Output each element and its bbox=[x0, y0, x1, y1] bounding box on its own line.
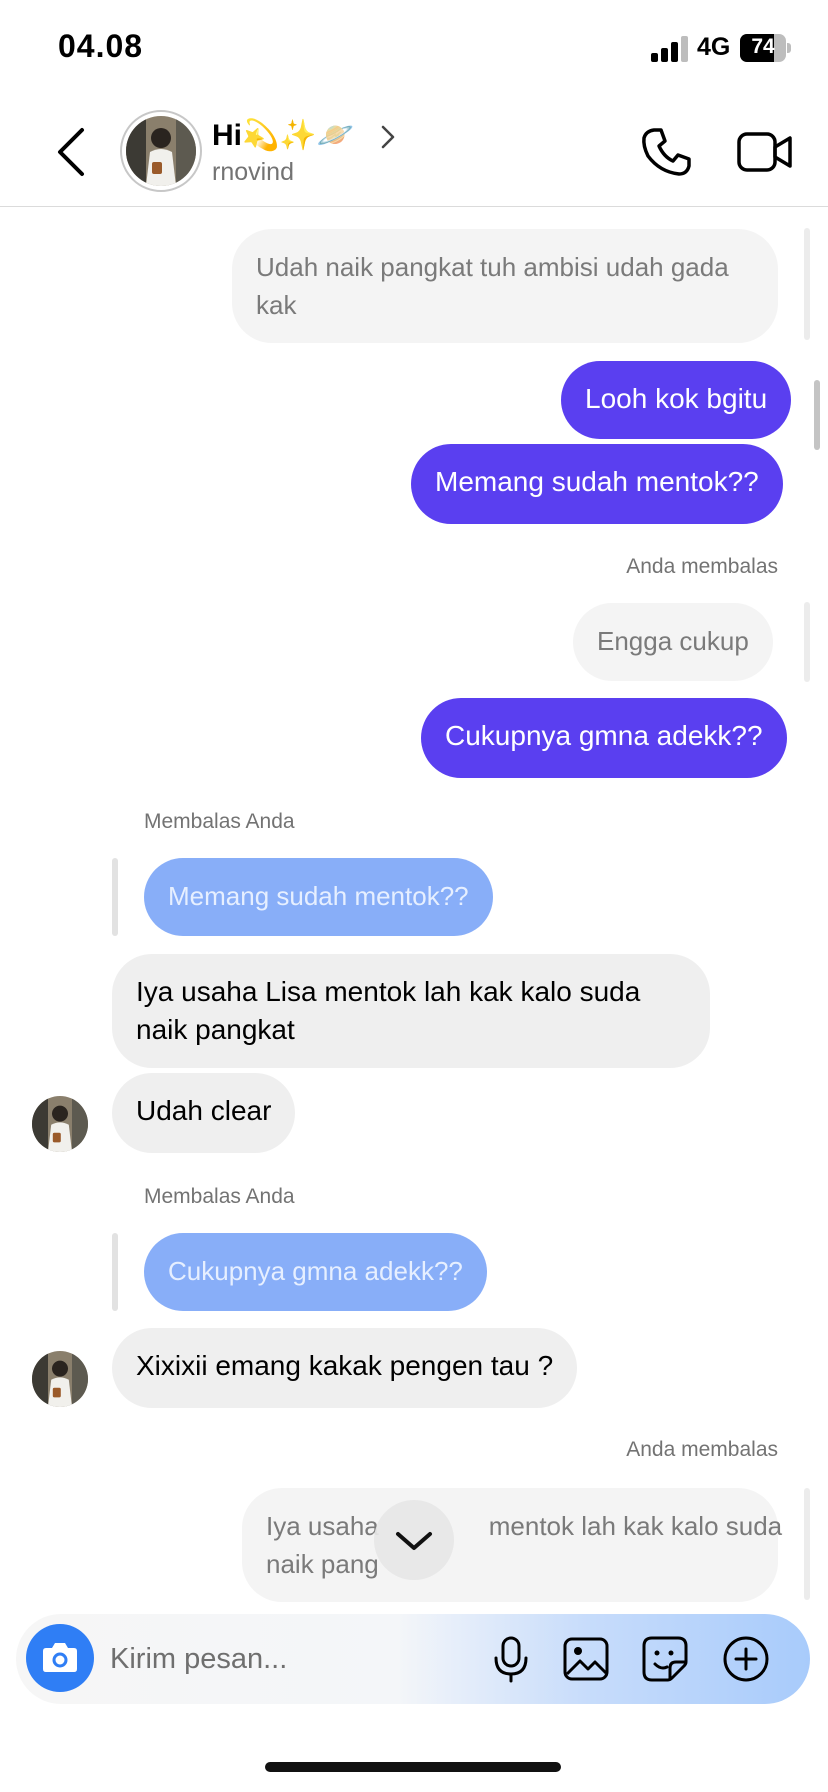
message-line: Iya usaha mentok lah kak kalo suda bbox=[266, 1507, 782, 1545]
reply-indicator-line bbox=[112, 858, 118, 936]
reply-label: Membalas Anda bbox=[144, 810, 295, 833]
message-bubble-sent[interactable]: Looh kok bgitu bbox=[561, 361, 792, 439]
battery-icon: 74 bbox=[740, 34, 792, 62]
message-text: Udah clear bbox=[136, 1095, 272, 1126]
video-camera-icon[interactable] bbox=[737, 130, 793, 174]
reply-label: Anda membalas bbox=[626, 1438, 778, 1461]
quoted-message-bubble[interactable]: Memang sudah mentok?? bbox=[144, 858, 493, 936]
message-line: naik pang bbox=[266, 1549, 379, 1579]
status-time: 04.08 bbox=[58, 28, 144, 64]
sticker-icon[interactable] bbox=[640, 1634, 690, 1684]
message-fragment: mentok lah kak kalo suda bbox=[488, 1511, 783, 1541]
back-chevron-icon[interactable] bbox=[52, 126, 92, 178]
sender-avatar[interactable] bbox=[32, 1096, 88, 1152]
cellular-signal-icon bbox=[651, 36, 688, 62]
plus-circle-icon[interactable] bbox=[721, 1634, 771, 1684]
message-bubble-sent-faded[interactable]: Engga cukup bbox=[573, 603, 773, 681]
phone-icon[interactable] bbox=[640, 126, 692, 178]
message-text: Engga cukup bbox=[597, 626, 749, 656]
avatar[interactable] bbox=[126, 116, 196, 186]
microphone-icon[interactable] bbox=[486, 1634, 536, 1684]
message-text: Looh kok bgitu bbox=[585, 383, 768, 414]
chevron-right-icon[interactable] bbox=[380, 124, 396, 150]
contact-username[interactable]: rnovind bbox=[212, 158, 294, 187]
message-bubble-received[interactable]: Iya usaha Lisa mentok lah kak kalo suda … bbox=[112, 954, 710, 1068]
message-bubble-sent-faded[interactable]: Iya usaha mentok lah kak kalo suda naik p… bbox=[242, 1488, 782, 1602]
scroll-track bbox=[804, 602, 810, 682]
message-bubble-received[interactable]: Xixixii emang kakak pengen tau ? bbox=[112, 1328, 578, 1408]
message-text: Cukupnya gmna adekk?? bbox=[445, 720, 763, 751]
scroll-track bbox=[804, 228, 810, 340]
image-icon[interactable] bbox=[561, 1634, 611, 1684]
reply-indicator-line bbox=[112, 1233, 118, 1311]
camera-button[interactable] bbox=[26, 1624, 94, 1692]
message-line: Iya usaha Lisa mentok lah kak kalo suda bbox=[136, 976, 641, 1007]
message-bubble-sent[interactable]: Memang sudah mentok?? bbox=[411, 444, 783, 524]
quoted-message-bubble[interactable]: Cukupnya gmna adekk?? bbox=[144, 1233, 487, 1311]
reply-label: Anda membalas bbox=[626, 555, 778, 578]
message-bubble-sent-faded[interactable]: Udah naik pangkat tuh ambisi udah gada k… bbox=[232, 229, 778, 343]
quoted-text: Cukupnya gmna adekk?? bbox=[168, 1256, 463, 1286]
message-line: naik pangkat bbox=[136, 1014, 295, 1045]
quoted-text: Memang sudah mentok?? bbox=[168, 881, 469, 911]
sender-avatar[interactable] bbox=[32, 1351, 88, 1407]
message-fragment: Iya usaha bbox=[266, 1511, 379, 1541]
reply-label: Membalas Anda bbox=[144, 1185, 295, 1208]
message-line: kak bbox=[256, 290, 297, 320]
home-indicator bbox=[265, 1762, 561, 1772]
contact-name[interactable]: Hi💫✨🪐 bbox=[212, 118, 354, 153]
scroll-to-bottom-button[interactable] bbox=[374, 1500, 454, 1580]
scroll-thumb[interactable] bbox=[814, 380, 820, 450]
message-text: Xixixii emang kakak pengen tau ? bbox=[136, 1350, 554, 1381]
message-line: Udah naik pangkat tuh ambisi udah gada bbox=[256, 252, 729, 282]
battery-level: 74 bbox=[751, 35, 775, 58]
message-bubble-received[interactable]: Udah clear bbox=[112, 1073, 296, 1153]
message-bubble-sent[interactable]: Cukupnya gmna adekk?? bbox=[421, 698, 787, 778]
scroll-track bbox=[804, 1488, 810, 1600]
camera-icon bbox=[43, 1643, 77, 1672]
message-input[interactable] bbox=[110, 1634, 470, 1684]
header-divider bbox=[0, 206, 828, 207]
network-type: 4G bbox=[697, 33, 731, 61]
chevron-down-icon bbox=[396, 1532, 432, 1550]
message-text: Memang sudah mentok?? bbox=[435, 466, 759, 497]
